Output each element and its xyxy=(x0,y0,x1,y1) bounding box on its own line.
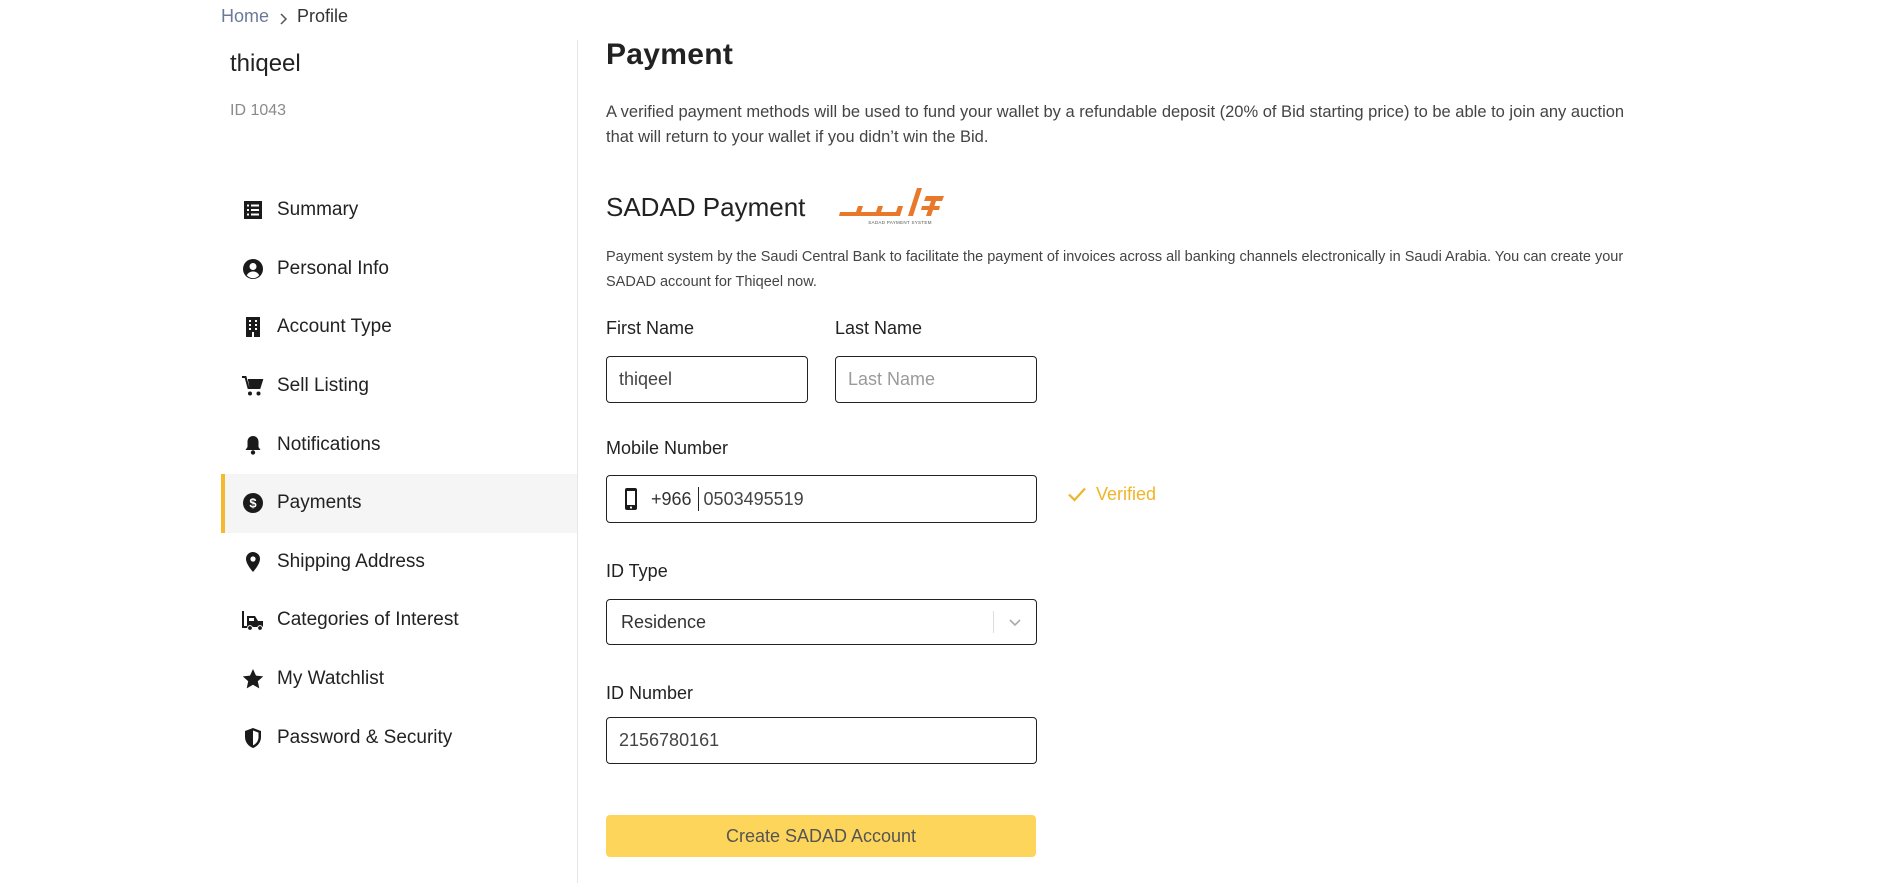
phone-icon xyxy=(621,487,641,511)
sidebar-item-notifications[interactable]: Notifications xyxy=(221,415,577,474)
sidebar-item-label: Password & Security xyxy=(277,726,453,748)
sadad-description: Payment system by the Saudi Central Bank… xyxy=(606,249,1624,290)
verified-text: Verified xyxy=(1096,483,1157,504)
sidebar-item-categories-of-interest[interactable]: Categories of Interest xyxy=(221,591,577,650)
svg-text:$: $ xyxy=(249,496,257,511)
profile-sidebar: thiqeel ID 1043 Summary Personal Info Ac… xyxy=(221,40,577,883)
payment-intro-text: A verified payment methods will be used … xyxy=(606,103,1625,146)
sidebar-item-password-security[interactable]: Password & Security xyxy=(221,708,577,767)
list-icon xyxy=(241,198,265,222)
user-id: ID 1043 xyxy=(230,102,287,119)
sidebar-item-personal-info[interactable]: Personal Info xyxy=(221,240,577,299)
username: thiqeel xyxy=(230,50,301,77)
sidebar-item-summary[interactable]: Summary xyxy=(221,181,577,240)
first-name-input[interactable] xyxy=(607,369,807,390)
cart-icon xyxy=(241,374,265,398)
sidebar-item-account-type[interactable]: Account Type xyxy=(221,298,577,357)
sidebar-item-label: Shipping Address xyxy=(277,550,425,572)
last-name-input[interactable] xyxy=(836,369,1036,390)
map-pin-icon xyxy=(241,550,265,574)
sidebar-item-label: Sell Listing xyxy=(277,375,369,397)
shield-icon xyxy=(241,726,265,750)
sidebar-item-payments[interactable]: $ Payments xyxy=(221,473,577,533)
breadcrumb-current: Profile xyxy=(297,6,349,26)
chevron-down-icon[interactable] xyxy=(994,614,1036,630)
sidebar-item-label: Account Type xyxy=(277,316,392,338)
sadad-section-title: SADAD Payment xyxy=(606,192,806,222)
sidebar-item-sell-listing[interactable]: Sell Listing xyxy=(221,357,577,416)
dollar-circle-icon: $ xyxy=(241,491,265,515)
svg-text:SADAD PAYMENT SYSTEM: SADAD PAYMENT SYSTEM xyxy=(868,220,932,225)
page-title: Payment xyxy=(606,38,734,71)
sadad-logo: SADAD PAYMENT SYSTEM xyxy=(836,182,948,228)
forklift-icon xyxy=(241,608,265,632)
first-name-label: First Name xyxy=(606,318,695,338)
last-name-field[interactable] xyxy=(835,356,1037,403)
first-name-field[interactable] xyxy=(606,356,808,403)
check-icon xyxy=(1068,487,1086,502)
mobile-number-value[interactable]: 0503495519 xyxy=(704,489,804,510)
profile-menu: Summary Personal Info Account Type Sell … xyxy=(221,181,577,767)
sidebar-item-label: My Watchlist xyxy=(277,668,384,690)
sidebar-item-label: Payments xyxy=(277,492,362,514)
chevron-right-icon xyxy=(277,10,291,25)
sidebar-item-label: Categories of Interest xyxy=(277,609,459,631)
id-number-input[interactable] xyxy=(607,730,1036,751)
sidebar-item-label: Personal Info xyxy=(277,257,389,279)
bell-icon xyxy=(241,433,265,457)
sidebar-item-my-watchlist[interactable]: My Watchlist xyxy=(221,650,577,709)
last-name-label: Last Name xyxy=(835,318,923,338)
id-type-label: ID Type xyxy=(606,561,668,581)
create-sadad-account-button[interactable]: Create SADAD Account xyxy=(606,815,1036,857)
verified-status: Verified xyxy=(1066,483,1156,505)
sidebar-divider xyxy=(577,40,578,883)
id-type-select[interactable]: Residence xyxy=(606,599,1037,645)
mobile-number-field[interactable]: +966 0503495519 xyxy=(606,475,1037,523)
mobile-number-label: Mobile Number xyxy=(606,438,729,458)
country-code[interactable]: +966 xyxy=(651,487,699,511)
star-icon xyxy=(241,667,265,691)
sidebar-item-shipping-address[interactable]: Shipping Address xyxy=(221,533,577,592)
id-number-label: ID Number xyxy=(606,683,694,703)
sidebar-item-label: Notifications xyxy=(277,433,381,455)
building-icon xyxy=(241,315,265,339)
id-type-selected-value: Residence xyxy=(621,611,707,632)
user-circle-icon xyxy=(241,257,265,281)
breadcrumb-home-link[interactable]: Home xyxy=(221,6,269,27)
sidebar-item-label: Summary xyxy=(277,199,359,221)
breadcrumb: Home Profile xyxy=(221,6,348,27)
id-number-field[interactable] xyxy=(606,717,1037,764)
